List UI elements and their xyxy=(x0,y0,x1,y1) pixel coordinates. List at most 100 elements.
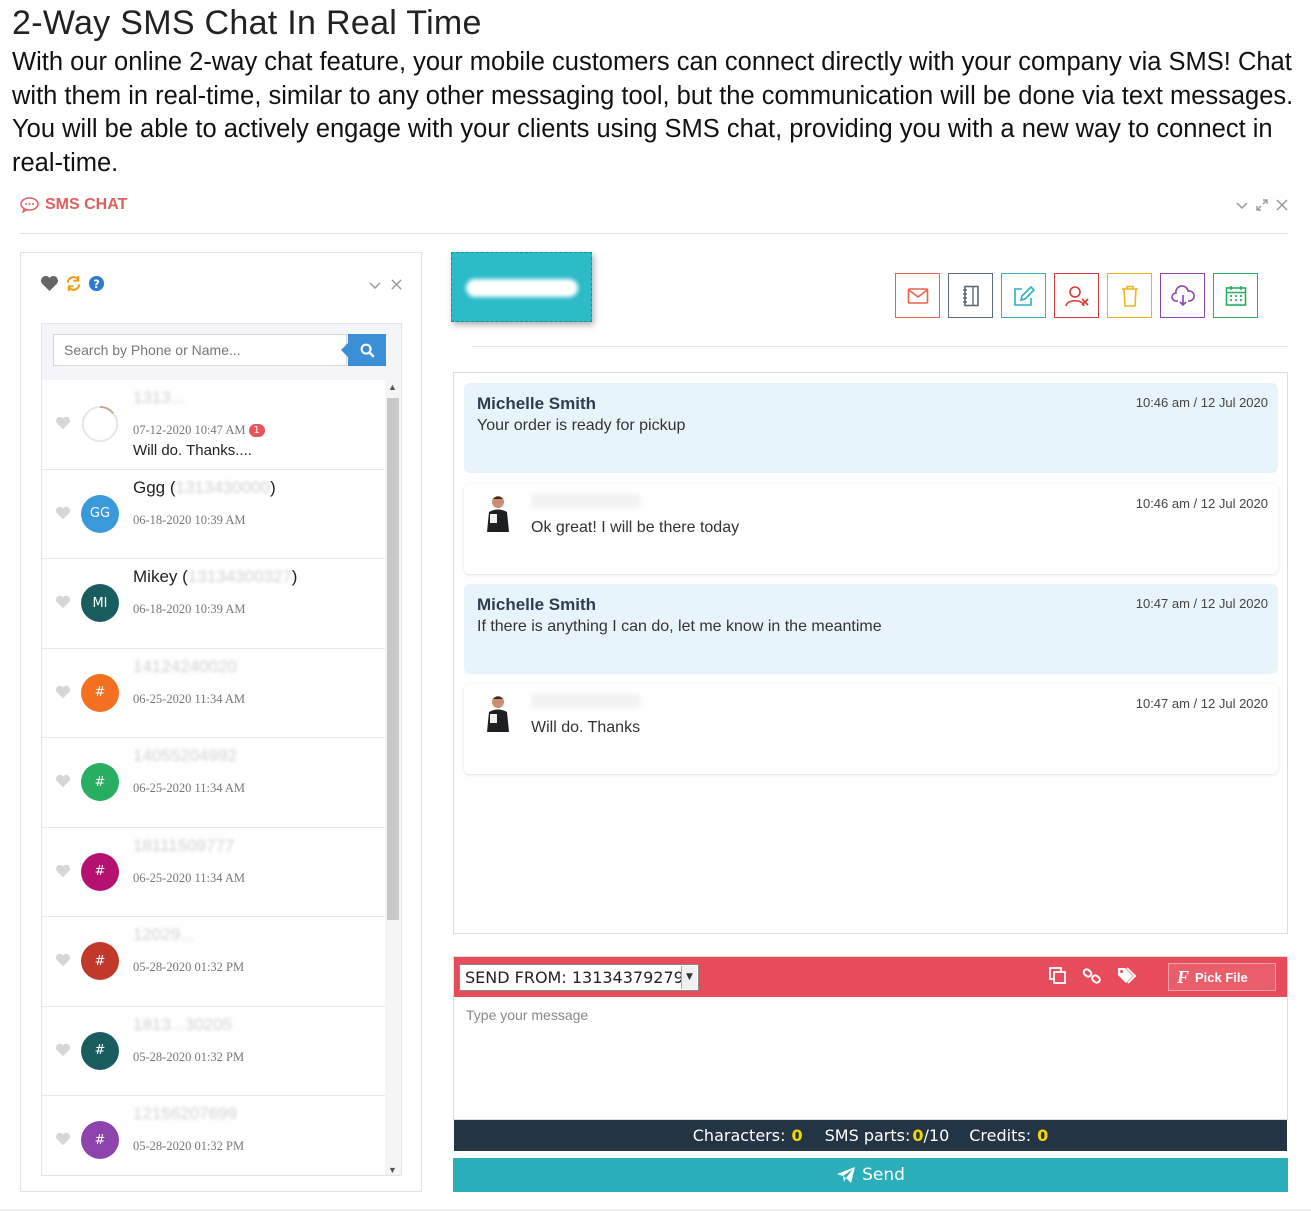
contact-item[interactable]: GG Ggg (1313430000) 06-18-2020 10:39 AM xyxy=(42,469,385,559)
copy-icon[interactable] xyxy=(1048,966,1068,986)
favorite-heart-icon[interactable] xyxy=(55,864,71,878)
user-avatar xyxy=(484,694,512,732)
page-title: 2-Way SMS Chat In Real Time xyxy=(12,4,482,42)
message-input[interactable] xyxy=(454,999,1287,1119)
redacted-phone: 14055204992 xyxy=(133,746,238,765)
svg-text:?: ? xyxy=(93,277,100,291)
favorite-heart-icon[interactable] xyxy=(55,595,71,609)
heart-icon[interactable] xyxy=(40,275,59,292)
contact-item[interactable]: #18111509777 06-25-2020 11:34 AM xyxy=(42,827,385,917)
redacted-phone: 1313... xyxy=(133,388,185,407)
sms-parts-count: 0 xyxy=(912,1126,924,1145)
redacted-phone: 12156207699 xyxy=(133,1104,238,1123)
contact-initials: # xyxy=(94,1132,106,1148)
search-icon xyxy=(360,343,374,357)
contact-name-end: ) xyxy=(291,567,298,586)
refresh-icon[interactable] xyxy=(65,275,82,292)
contact-item[interactable]: MI Mikey (13134300327) 06-18-2020 10:39 AM xyxy=(42,559,385,649)
edit-icon xyxy=(1013,285,1035,307)
chevron-down-icon[interactable] xyxy=(1235,198,1249,216)
contact-preview: Will do. Thanks.... xyxy=(133,442,252,459)
close-icon[interactable] xyxy=(390,278,403,291)
contact-name-end: ) xyxy=(270,477,276,497)
contact-date-text: 06-25-2020 11:34 AM xyxy=(133,691,246,706)
contact-name: 1813...30205 xyxy=(133,1015,232,1035)
contact-date-text: 06-18-2020 10:39 AM xyxy=(133,602,246,616)
tags-icon[interactable] xyxy=(1116,966,1138,986)
contact-avatar: GG xyxy=(81,494,119,533)
help-icon[interactable]: ? xyxy=(88,275,105,292)
send-from-select[interactable]: SEND FROM: 13134379279 ▼ xyxy=(459,964,699,991)
favorite-heart-icon[interactable] xyxy=(55,685,71,699)
message-sender: Michelle Smith xyxy=(477,394,597,413)
contact-item[interactable]: #1813...30205 05-28-2020 01:32 PM xyxy=(42,1006,385,1096)
filestack-icon: F xyxy=(1177,966,1190,987)
contact-avatar: # xyxy=(81,852,119,891)
notebook-button[interactable] xyxy=(948,273,993,318)
remove-user-icon xyxy=(1064,285,1089,307)
contact-avatar: # xyxy=(81,1121,119,1159)
trash-button[interactable] xyxy=(1107,273,1152,318)
link-icon[interactable] xyxy=(1082,966,1102,986)
contact-avatar: # xyxy=(81,763,119,801)
search-input[interactable] xyxy=(53,334,347,366)
contact-name: 14055204992 xyxy=(133,746,237,766)
toolbar-divider xyxy=(472,346,1288,347)
calendar-button[interactable] xyxy=(1213,273,1258,318)
chat-bubble-icon xyxy=(20,197,39,213)
contact-name: Mikey (13134300327) xyxy=(133,567,297,587)
contact-item[interactable]: #14124240020 06-25-2020 11:34 AM xyxy=(42,648,385,738)
contacts-tools: ? xyxy=(40,275,105,292)
chevron-down-icon[interactable] xyxy=(368,278,382,292)
contact-initials: # xyxy=(94,864,106,879)
scroll-down-icon[interactable]: ▼ xyxy=(388,1165,397,1175)
edit-button[interactable] xyxy=(1001,273,1046,318)
contact-list-scrollbar[interactable]: ▲ ▼ xyxy=(385,380,401,1175)
favorite-heart-icon[interactable] xyxy=(55,953,71,967)
contact-date-text: 06-18-2020 10:39 AM xyxy=(133,512,246,527)
expand-icon[interactable] xyxy=(1255,198,1269,216)
incoming-message: Michelle Smith If there is anything I can… xyxy=(464,584,1278,674)
message-text: Ok great! I will be there today xyxy=(531,519,740,536)
contact-date: 05-28-2020 01:32 PM xyxy=(133,1050,244,1065)
remove-user-button[interactable] xyxy=(1054,273,1099,318)
contact-item[interactable]: 1313... 07-12-2020 10:47 AM 1 Will do. Than… xyxy=(42,380,385,470)
message-sender: Michelle Smith xyxy=(477,595,597,614)
contact-item[interactable]: #12156207699 05-28-2020 01:32 PM xyxy=(42,1096,385,1175)
contact-name-text: Mikey ( xyxy=(133,567,188,586)
favorite-heart-icon[interactable] xyxy=(55,1043,71,1057)
favorite-heart-icon[interactable] xyxy=(55,506,71,520)
scroll-up-icon[interactable]: ▲ xyxy=(388,382,397,392)
unread-badge: 1 xyxy=(248,424,265,437)
message-time: 10:46 am / 12 Jul 2020 xyxy=(1135,496,1268,511)
widget-controls xyxy=(1235,198,1289,216)
redacted-phone: 1813...30205 xyxy=(133,1014,233,1034)
contact-date: 06-25-2020 11:34 AM xyxy=(133,871,245,886)
envelope-button[interactable] xyxy=(895,273,940,318)
cloud-download-button[interactable] xyxy=(1160,273,1205,318)
scroll-thumb[interactable] xyxy=(387,398,399,920)
widget-divider xyxy=(20,233,1288,234)
favorite-heart-icon[interactable] xyxy=(55,416,71,430)
incoming-message: Michelle Smith Your order is ready for pi… xyxy=(464,383,1278,473)
compose-toolbar: SEND FROM: 13134379279 ▼ F Pick File xyxy=(454,957,1287,997)
contact-item[interactable]: #12029... 05-28-2020 01:32 PM xyxy=(42,917,385,1007)
message-time: 10:47 am / 12 Jul 2020 xyxy=(1135,596,1268,611)
contact-initials: # xyxy=(94,685,106,700)
redacted-phone: 18111509777 xyxy=(133,835,235,855)
message-text: Will do. Thanks xyxy=(531,719,641,736)
search-button[interactable] xyxy=(341,334,386,366)
redacted-contact-name xyxy=(466,279,578,297)
close-icon[interactable] xyxy=(1275,198,1289,216)
send-button[interactable]: Send xyxy=(453,1158,1288,1192)
favorite-heart-icon[interactable] xyxy=(55,1132,71,1146)
sms-parts-label: SMS parts: xyxy=(824,1126,911,1145)
page-description: With our online 2-way chat feature, your… xyxy=(12,48,1294,177)
pick-file-button[interactable]: F Pick File xyxy=(1168,963,1276,991)
contact-item[interactable]: #14055204992 06-25-2020 11:34 AM xyxy=(42,738,385,828)
characters-label: Characters: xyxy=(692,1126,786,1145)
contact-avatar: # xyxy=(81,1031,119,1070)
contact-date: 06-25-2020 11:34 AM xyxy=(133,781,245,796)
contact-name: 1313... xyxy=(133,388,185,408)
favorite-heart-icon[interactable] xyxy=(55,774,71,788)
